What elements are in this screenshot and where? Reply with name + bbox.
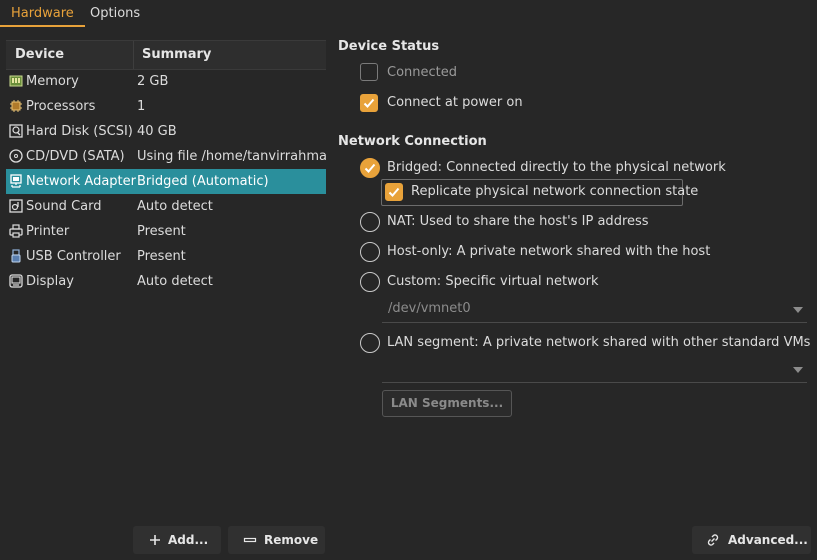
hard-disk-icon (9, 124, 23, 138)
tab-bar: Hardware Options (0, 0, 817, 27)
chevron-down-icon (793, 367, 803, 373)
replicate-state-checkbox[interactable] (385, 183, 403, 201)
remove-button-label: Remove (264, 533, 319, 547)
device-row-memory[interactable]: Memory 2 GB (6, 69, 326, 94)
connect-at-power-on-label: Connect at power on (387, 95, 523, 110)
device-list[interactable]: Device Summary Memory 2 GB Processors 1 … (6, 40, 326, 295)
connected-label: Connected (387, 65, 458, 80)
display-icon (9, 274, 23, 288)
custom-network-value: /dev/vmnet0 (388, 301, 471, 316)
device-summary: Using file /home/tanvirrahman (137, 149, 326, 164)
network-connection-title: Network Connection (338, 134, 487, 149)
nat-radio[interactable] (360, 212, 380, 232)
device-row-usb-controller[interactable]: USB Controller Present (6, 244, 326, 269)
device-row-sound-card[interactable]: Sound Card Auto detect (6, 194, 326, 219)
device-row-cd-dvd[interactable]: CD/DVD (SATA) Using file /home/tanvirrah… (6, 144, 326, 169)
remove-button[interactable]: Remove (228, 526, 325, 554)
add-button[interactable]: Add... (133, 526, 221, 554)
device-row-printer[interactable]: Printer Present (6, 219, 326, 244)
lan-segment-radio[interactable] (360, 333, 380, 353)
minus-icon (243, 537, 257, 543)
custom-network-dropdown[interactable]: /dev/vmnet0 (382, 298, 807, 323)
column-header-device[interactable]: Device (15, 41, 64, 69)
host-only-radio[interactable] (360, 242, 380, 262)
printer-icon (9, 224, 23, 238)
connected-checkbox[interactable] (360, 63, 378, 81)
sound-card-icon (9, 199, 23, 213)
checkmark-icon (363, 98, 375, 108)
device-row-network-adapter[interactable]: Network Adapter Bridged (Automatic) (6, 169, 326, 194)
bridged-label: Bridged: Connected directly to the physi… (387, 160, 726, 175)
checkmark-icon (388, 187, 400, 197)
tab-options[interactable]: Options (79, 0, 151, 25)
device-name: Processors (26, 99, 96, 114)
link-icon (707, 534, 719, 546)
device-list-header: Device Summary (6, 40, 326, 70)
device-summary: 40 GB (137, 124, 177, 139)
lan-segments-button[interactable]: LAN Segments... (382, 390, 512, 417)
cd-dvd-icon (9, 149, 23, 163)
device-name: Sound Card (26, 199, 102, 214)
device-summary: Present (137, 249, 186, 264)
processor-icon (10, 100, 22, 112)
device-row-hard-disk[interactable]: Hard Disk (SCSI) 40 GB (6, 119, 326, 144)
device-summary: Auto detect (137, 274, 213, 289)
device-name: Network Adapter (26, 174, 136, 189)
device-name: USB Controller (26, 249, 121, 264)
device-summary: 2 GB (137, 74, 169, 89)
device-name: Display (26, 274, 74, 289)
device-summary: Auto detect (137, 199, 213, 214)
advanced-button-label: Advanced... (728, 533, 808, 547)
device-name: CD/DVD (SATA) (26, 149, 125, 164)
column-header-summary[interactable]: Summary (133, 41, 211, 69)
nat-label: NAT: Used to share the host's IP address (387, 214, 649, 229)
replicate-state-label: Replicate physical network connection st… (411, 184, 699, 199)
connect-at-power-on-checkbox[interactable] (360, 94, 378, 112)
memory-icon (9, 75, 23, 87)
device-name: Printer (26, 224, 70, 239)
device-row-processors[interactable]: Processors 1 (6, 94, 326, 119)
device-name: Hard Disk (SCSI) (26, 124, 133, 139)
device-summary: Bridged (Automatic) (137, 174, 269, 189)
tab-hardware[interactable]: Hardware (0, 0, 85, 27)
network-adapter-icon (10, 174, 22, 188)
device-row-display[interactable]: Display Auto detect (6, 269, 326, 294)
device-summary: 1 (137, 99, 146, 114)
device-name: Memory (26, 74, 79, 89)
device-status-title: Device Status (338, 39, 440, 54)
checkmark-icon (364, 163, 376, 173)
custom-label: Custom: Specific virtual network (387, 274, 599, 289)
usb-controller-icon (11, 249, 21, 263)
device-summary: Present (137, 224, 186, 239)
advanced-button[interactable]: Advanced... (692, 526, 811, 554)
bridged-radio[interactable] (360, 158, 380, 178)
lan-segment-dropdown[interactable] (382, 358, 807, 383)
add-button-label: Add... (168, 533, 209, 547)
host-only-label: Host-only: A private network shared with… (387, 244, 711, 259)
chevron-down-icon (793, 307, 803, 313)
lan-segment-label: LAN segment: A private network shared wi… (387, 335, 811, 350)
plus-icon (150, 535, 160, 545)
custom-radio[interactable] (360, 272, 380, 292)
